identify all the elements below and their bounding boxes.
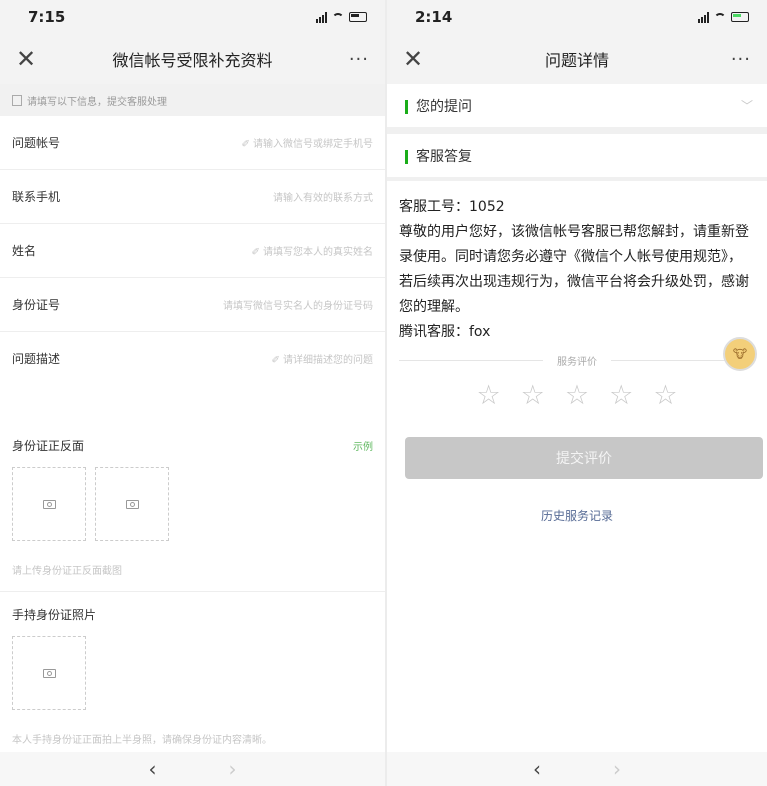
section-marker xyxy=(405,99,408,114)
more-options-icon[interactable]: ··· xyxy=(339,49,369,70)
wifi-icon xyxy=(332,12,344,22)
rating-divider: 服务评价 xyxy=(399,353,755,368)
submit-rating-button[interactable]: 提交评价 xyxy=(405,437,763,479)
signal-icon xyxy=(316,11,327,23)
right-screen: 2:14 ✕ 问题详情 ··· 您的提问 ﹀ 客服答复 客服工号：1052 尊敬… xyxy=(387,0,767,786)
forward-icon[interactable]: › xyxy=(613,757,621,781)
status-bar: 7:15 xyxy=(0,0,385,34)
field-label: 姓名 xyxy=(12,244,37,258)
document-icon xyxy=(12,94,22,106)
left-screen: 7:15 ✕ 微信帐号受限补充资料 ··· 请填写以下信息，提交客服处理 问题帐… xyxy=(0,0,385,786)
notice-text: 请填写以下信息，提交客服处理 xyxy=(27,96,167,108)
forward-icon[interactable]: › xyxy=(229,757,237,781)
star-4-icon[interactable]: ☆ xyxy=(609,380,633,411)
close-icon[interactable]: ✕ xyxy=(16,45,46,73)
field-name[interactable]: 姓名 ✐ 请填写您本人的真实姓名 xyxy=(0,224,385,278)
upload-id-front-button[interactable] xyxy=(12,467,86,541)
reply-header: 客服答复 xyxy=(387,134,767,177)
camera-icon xyxy=(125,499,139,509)
battery-icon xyxy=(731,12,749,22)
star-2-icon[interactable]: ☆ xyxy=(521,380,545,411)
back-icon[interactable]: ‹ xyxy=(149,757,157,781)
field-description[interactable]: 问题描述 ✐ 请详细描述您的问题 xyxy=(0,332,385,385)
signal-icon xyxy=(698,11,709,23)
reply-message: 尊敬的用户您好，该微信帐号客服已帮您解封，请重新登录使用。同时请您务必遵守《微信… xyxy=(399,224,749,315)
rating-label: 服务评价 xyxy=(557,357,597,368)
section-marker xyxy=(405,149,408,164)
agent-id: 客服工号：1052 xyxy=(399,199,505,215)
nav-bar: ✕ 微信帐号受限补充资料 ··· xyxy=(0,34,385,84)
upload-hold-id-button[interactable] xyxy=(12,636,86,710)
id-photo-section: 身份证正反面 示例 xyxy=(0,423,385,467)
hold-upload-row xyxy=(0,636,385,710)
browser-toolbar: ‹ › xyxy=(387,752,767,786)
notice-bar: 请填写以下信息，提交客服处理 xyxy=(0,84,385,116)
field-label: 联系手机 xyxy=(12,190,61,204)
status-time: 7:15 xyxy=(28,8,66,26)
page-title: 微信帐号受限补充资料 xyxy=(112,51,273,70)
upload-id-back-button[interactable] xyxy=(95,467,169,541)
field-id-number[interactable]: 身份证号 请填写微信号实名人的身份证号码 xyxy=(0,278,385,332)
star-5-icon[interactable]: ☆ xyxy=(653,380,677,411)
reply-label: 客服答复 xyxy=(416,148,472,165)
page-title: 问题详情 xyxy=(544,51,609,70)
more-options-icon[interactable]: ··· xyxy=(721,49,751,70)
status-time: 2:14 xyxy=(415,8,453,26)
field-label: 问题帐号 xyxy=(12,136,61,150)
chevron-down-icon[interactable]: ﹀ xyxy=(741,97,753,114)
reply-label-wrap: 客服答复 xyxy=(405,146,472,166)
status-icons xyxy=(316,11,367,23)
agent-avatar: 🐮 xyxy=(723,337,757,371)
field-phone[interactable]: 联系手机 请输入有效的联系方式 xyxy=(0,170,385,224)
status-bar: 2:14 xyxy=(387,0,767,34)
question-label: 您的提问 xyxy=(416,98,472,115)
wifi-icon xyxy=(714,12,726,22)
battery-icon xyxy=(349,12,367,22)
star-1-icon[interactable]: ☆ xyxy=(476,380,500,411)
browser-toolbar: ‹ › xyxy=(0,752,385,786)
reply-content: 客服工号：1052 尊敬的用户您好，该微信帐号客服已帮您解封，请重新登录使用。同… xyxy=(387,181,767,371)
divider-line xyxy=(399,360,543,361)
back-icon[interactable]: ‹ xyxy=(533,757,541,781)
example-link[interactable]: 示例 xyxy=(353,438,373,453)
description-textarea[interactable] xyxy=(0,385,385,423)
history-link[interactable]: 历史服务记录 xyxy=(387,507,767,524)
section-title: 手持身份证照片 xyxy=(12,607,97,622)
name-input[interactable]: ✐ 请填写您本人的真实姓名 xyxy=(251,243,373,258)
star-rating: ☆ ☆ ☆ ☆ ☆ xyxy=(387,380,767,411)
nav-bar: ✕ 问题详情 ··· xyxy=(387,34,767,84)
star-3-icon[interactable]: ☆ xyxy=(565,380,589,411)
agent-signature: 腾讯客服：fox xyxy=(399,324,491,340)
divider xyxy=(387,127,767,134)
camera-icon xyxy=(42,668,56,678)
question-label-wrap: 您的提问 xyxy=(405,96,472,116)
close-icon[interactable]: ✕ xyxy=(403,45,433,73)
upload-hint: 请上传身份证正反面截图 xyxy=(0,547,385,592)
description-input[interactable]: ✐ 请详细描述您的问题 xyxy=(271,351,373,366)
phone-input[interactable]: 请输入有效的联系方式 xyxy=(273,189,373,204)
id-upload-row xyxy=(0,467,385,541)
field-label: 身份证号 xyxy=(12,298,61,312)
field-account[interactable]: 问题帐号 ✐ 请输入微信号或绑定手机号 xyxy=(0,116,385,170)
account-input[interactable]: ✐ 请输入微信号或绑定手机号 xyxy=(241,135,373,150)
field-label: 问题描述 xyxy=(12,352,61,366)
status-icons xyxy=(698,11,749,23)
id-number-input[interactable]: 请填写微信号实名人的身份证号码 xyxy=(223,297,373,312)
camera-icon xyxy=(42,499,56,509)
question-row[interactable]: 您的提问 ﹀ xyxy=(387,84,767,127)
hold-photo-section: 手持身份证照片 xyxy=(0,592,385,636)
section-title: 身份证正反面 xyxy=(12,438,85,453)
